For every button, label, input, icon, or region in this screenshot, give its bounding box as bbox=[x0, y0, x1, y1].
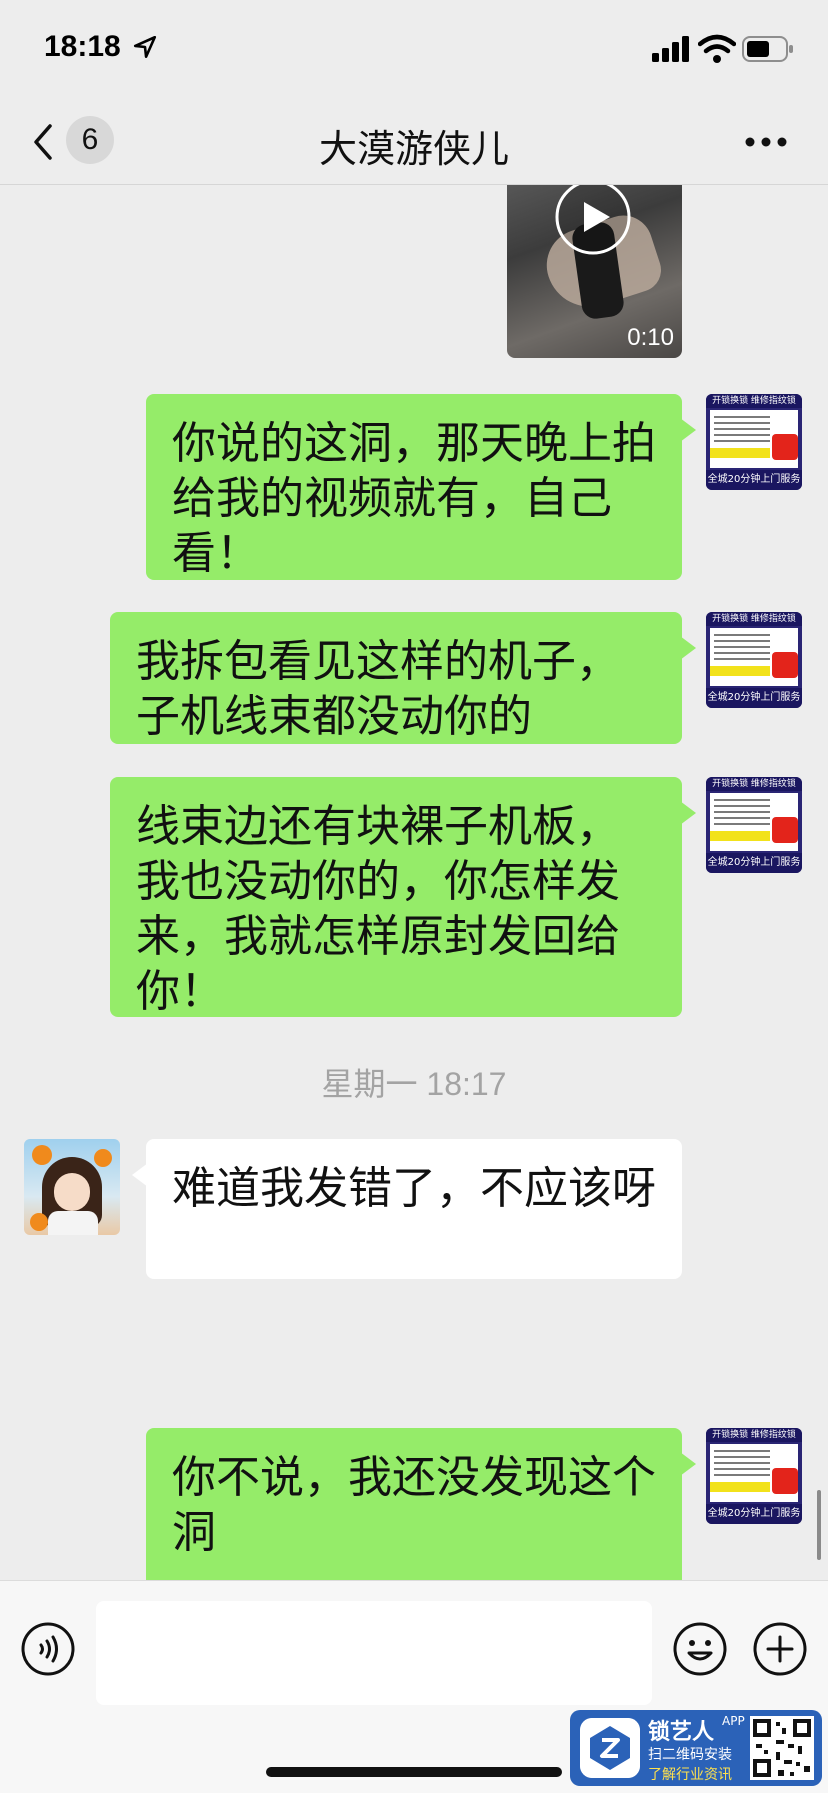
status-bar: 18:18 bbox=[0, 0, 828, 100]
watermark-title: 锁艺人 bbox=[648, 1720, 715, 1745]
avatar-ad-bottom-text: 全城20分钟上门服务 bbox=[706, 853, 802, 873]
home-indicator[interactable] bbox=[266, 1767, 562, 1777]
avatar-ad-top-text: 开锁换锁 维修指纹锁 bbox=[706, 777, 802, 791]
my-avatar[interactable]: 开锁换锁 维修指纹锁 全城20分钟上门服务 bbox=[706, 777, 802, 873]
my-avatar[interactable]: 开锁换锁 维修指纹锁 全城20分钟上门服务 bbox=[706, 394, 802, 490]
message-bubble-received[interactable]: 难道我发错了，不应该呀 bbox=[132, 1139, 682, 1279]
message-text: 你不说，我还没发现这个洞 bbox=[172, 1452, 656, 1558]
play-icon[interactable] bbox=[554, 185, 632, 256]
message-text: 线束边还有块裸子机板，我也没动你的，你怎样发来，我就怎样原封发回给你！ bbox=[136, 801, 620, 1017]
message-input[interactable] bbox=[96, 1601, 652, 1705]
avatar-ad-top-text: 开锁换锁 维修指纹锁 bbox=[706, 394, 802, 408]
plus-icon[interactable] bbox=[752, 1621, 808, 1677]
message-timestamp: 星期一 18:17 bbox=[321, 1066, 507, 1102]
message-text: 难道我发错了，不应该呀 bbox=[172, 1163, 656, 1214]
contact-avatar[interactable] bbox=[24, 1139, 120, 1235]
avatar-ad-bottom-text: 全城20分钟上门服务 bbox=[706, 1504, 802, 1524]
video-message[interactable]: 0:10 bbox=[507, 185, 682, 358]
watermark-line1: 扫二维码安装 bbox=[648, 1747, 732, 1763]
message-bubble-sent[interactable]: 你说的这洞，那天晚上拍给我的视频就有，自己看！ bbox=[146, 394, 696, 580]
message-list[interactable]: 0:10 你说的这洞，那天晚上拍给我的视频就有，自己看！ 开锁换锁 维修指纹锁 … bbox=[0, 185, 828, 1580]
wifi-icon bbox=[698, 34, 736, 63]
avatar-ad-bottom-text: 全城20分钟上门服务 bbox=[706, 470, 802, 490]
watermark-banner: 锁艺人 APP 扫二维码安装 了解行业资讯 bbox=[570, 1710, 822, 1786]
avatar-ad-bottom-text: 全城20分钟上门服务 bbox=[706, 688, 802, 708]
message-bubble-sent[interactable]: 你不说，我还没发现这个洞 bbox=[146, 1428, 696, 1580]
avatar-ad-top-text: 开锁换锁 维修指纹锁 bbox=[706, 1428, 802, 1442]
scrollbar[interactable] bbox=[817, 1490, 821, 1560]
video-duration: 0:10 bbox=[627, 324, 674, 351]
message-text: 你说的这洞，那天晚上拍给我的视频就有，自己看！ bbox=[172, 418, 656, 579]
watermark-logo-icon bbox=[580, 1718, 640, 1778]
qr-code-icon bbox=[750, 1716, 814, 1780]
status-time: 18:18 bbox=[44, 30, 121, 63]
cellular-signal-icon bbox=[652, 36, 689, 62]
message-bubble-sent[interactable]: 我拆包看见这样的机子，子机线束都没动你的 bbox=[110, 612, 696, 744]
watermark-line2: 了解行业资讯 bbox=[648, 1767, 732, 1783]
message-bubble-sent[interactable]: 线束边还有块裸子机板，我也没动你的，你怎样发来，我就怎样原封发回给你！ bbox=[110, 777, 696, 1017]
my-avatar[interactable]: 开锁换锁 维修指纹锁 全城20分钟上门服务 bbox=[706, 612, 802, 708]
location-arrow-icon bbox=[133, 35, 157, 59]
voice-input-icon[interactable] bbox=[20, 1621, 76, 1677]
emoji-icon[interactable] bbox=[672, 1621, 728, 1677]
more-options-icon[interactable] bbox=[744, 136, 788, 148]
avatar-ad-top-text: 开锁换锁 维修指纹锁 bbox=[706, 612, 802, 626]
message-text: 我拆包看见这样的机子，子机线束都没动你的 bbox=[136, 636, 620, 742]
battery-icon bbox=[742, 36, 793, 62]
watermark-app-label: APP bbox=[722, 1714, 745, 1728]
chat-title: 大漠游侠儿 bbox=[318, 127, 509, 171]
my-avatar[interactable]: 开锁换锁 维修指纹锁 全城20分钟上门服务 bbox=[706, 1428, 802, 1524]
chat-header: 6 大漠游侠儿 bbox=[0, 100, 828, 185]
